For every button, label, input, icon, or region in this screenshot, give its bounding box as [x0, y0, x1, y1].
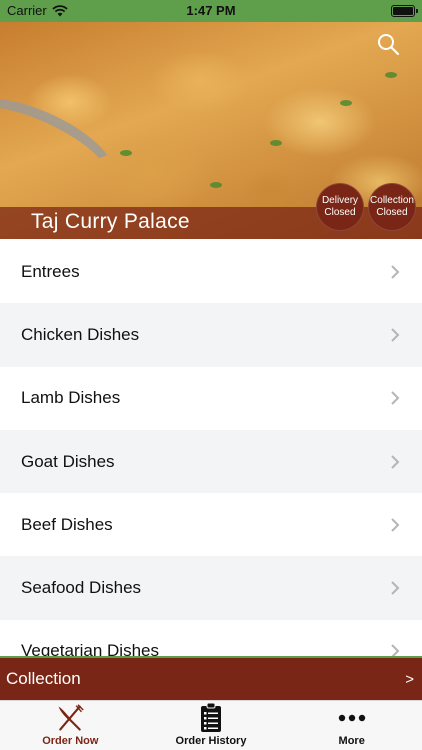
delivery-badge-line2: Closed [324, 207, 356, 218]
category-label: Seafood Dishes [21, 578, 142, 598]
collection-bar[interactable]: Collection > [0, 656, 422, 700]
category-item-chicken-dishes[interactable]: Chicken Dishes [0, 303, 422, 367]
clipboard-list-icon [196, 703, 226, 733]
category-label: Chicken Dishes [21, 324, 140, 344]
more-dots-icon [337, 703, 367, 733]
chevron-right-icon [391, 328, 400, 342]
menu-category-list: Entrees Chicken Dishes Lamb Dishes Goat … [0, 240, 422, 656]
category-item-entrees[interactable]: Entrees [0, 240, 422, 304]
hero-image-herb [270, 140, 282, 146]
restaurant-name: Taj Curry Palace [31, 210, 190, 233]
hero-image-herb [340, 100, 352, 106]
category-item-seafood-dishes[interactable]: Seafood Dishes [0, 556, 422, 620]
chevron-right-icon [391, 581, 400, 595]
tab-label: More [338, 735, 365, 747]
hero-image-herb [120, 150, 132, 156]
collection-status-badge: Collection Closed [368, 183, 416, 231]
chevron-right-icon [391, 391, 400, 405]
category-label: Entrees [21, 261, 80, 281]
tab-label: Order History [175, 735, 247, 747]
collection-badge-line2: Closed [376, 207, 408, 218]
restaurant-hero: Taj Curry Palace Delivery Closed Collect… [0, 22, 422, 239]
hero-image-herb [210, 182, 222, 188]
status-bar: Carrier 1:47 PM [0, 0, 422, 22]
chevron-right-icon [391, 644, 400, 656]
category-item-beef-dishes[interactable]: Beef Dishes [0, 493, 422, 557]
app-screen: Carrier 1:47 PM Taj Curry Palace Deliver… [0, 0, 422, 750]
tab-label: Order Now [42, 735, 99, 747]
hero-image-herb [385, 72, 397, 78]
collection-label: Collection [6, 669, 81, 688]
tab-bar: Order Now Order History More [0, 700, 422, 750]
tab-order-history[interactable]: Order History [141, 701, 282, 750]
fork-knife-icon [55, 703, 85, 733]
category-label: Beef Dishes [21, 514, 113, 534]
collection-arrow-icon: > [405, 670, 414, 688]
chevron-right-icon [391, 264, 400, 279]
hero-image-spoon [0, 81, 126, 203]
chevron-right-icon [391, 454, 400, 469]
delivery-badge-line1: Delivery [321, 195, 359, 206]
status-time: 1:47 PM [186, 3, 236, 18]
delivery-status-badge: Delivery Closed [316, 183, 364, 231]
chevron-right-icon [391, 518, 400, 532]
battery-icon [391, 5, 418, 17]
tab-order-now[interactable]: Order Now [0, 701, 141, 750]
category-item-vegetarian-dishes[interactable]: Vegetarian Dishes [0, 619, 422, 656]
category-item-goat-dishes[interactable]: Goat Dishes [0, 429, 422, 494]
collection-badge-line1: Collection [370, 195, 414, 206]
search-icon[interactable] [376, 32, 400, 56]
tab-more[interactable]: More [281, 701, 422, 750]
category-item-lamb-dishes[interactable]: Lamb Dishes [0, 366, 422, 430]
category-label: Vegetarian Dishes [21, 641, 159, 656]
category-label: Goat Dishes [21, 451, 115, 471]
category-label: Lamb Dishes [21, 388, 121, 408]
